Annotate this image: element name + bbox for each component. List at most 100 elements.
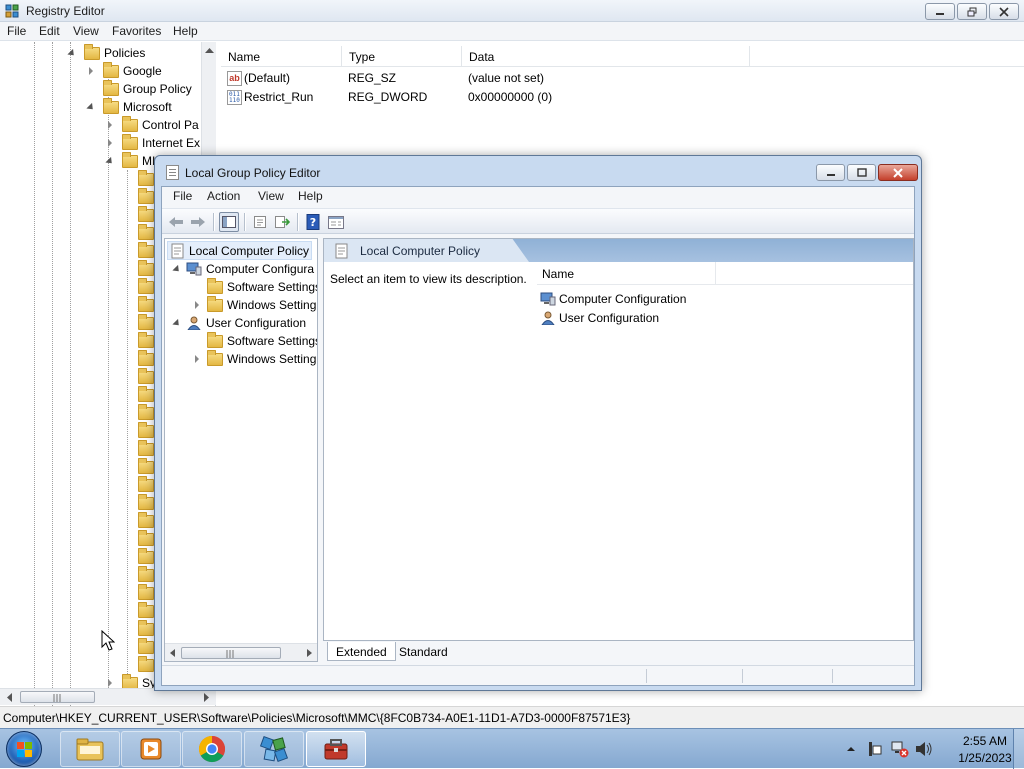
collapse-arrow-icon[interactable]: [104, 156, 116, 166]
tree-node-subkey[interactable]: [130, 565, 154, 584]
back-button[interactable]: [166, 212, 186, 232]
maximize-button[interactable]: [847, 164, 876, 181]
column-data[interactable]: Data: [462, 46, 750, 67]
scrollbar-thumb[interactable]: [181, 647, 281, 659]
menu-file[interactable]: File: [173, 189, 192, 203]
scroll-up-icon[interactable]: [202, 44, 217, 58]
menu-view[interactable]: View: [73, 24, 99, 38]
column-type[interactable]: Type: [342, 46, 462, 67]
taskbar-group-policy-editor[interactable]: [306, 731, 366, 767]
tree-node-uc-windows-settings[interactable]: Windows Setting: [191, 349, 316, 368]
close-button[interactable]: [878, 164, 918, 181]
policy-tree-pane[interactable]: Local Computer Policy Computer Configura…: [164, 238, 318, 662]
regedit-titlebar[interactable]: Registry Editor: [0, 0, 1024, 22]
scrollbar-thumb[interactable]: [20, 691, 95, 703]
tab-standard[interactable]: Standard: [391, 642, 456, 661]
tree-node-control-panel[interactable]: Control Pa: [104, 115, 199, 134]
menu-action[interactable]: Action: [207, 189, 240, 203]
collapse-arrow-icon[interactable]: [171, 318, 183, 328]
tree-node-subkey[interactable]: [130, 529, 154, 548]
tree-node-subkey[interactable]: [130, 457, 154, 476]
tree-node-subkey[interactable]: [130, 475, 154, 494]
policy-details-pane[interactable]: Local Computer Policy Select an item to …: [323, 238, 914, 641]
tree-node-computer-configuration[interactable]: Computer Configura: [171, 260, 314, 278]
taskbar-chrome[interactable]: [182, 731, 242, 767]
expand-arrow-icon[interactable]: [85, 67, 97, 75]
tree-node-local-computer-policy[interactable]: Local Computer Policy: [167, 241, 313, 260]
gpedit-titlebar[interactable]: Local Group Policy Editor: [155, 156, 921, 186]
tree-node-cc-software-settings[interactable]: Software Settings: [191, 277, 317, 296]
menu-file[interactable]: File: [7, 24, 26, 38]
taskbar-registry-editor[interactable]: [244, 731, 304, 767]
show-hidden-icons-icon[interactable]: [846, 744, 856, 754]
show-hide-tree-button[interactable]: [219, 212, 239, 232]
menu-view[interactable]: View: [258, 189, 284, 203]
minimize-button[interactable]: [816, 164, 845, 181]
list-item-user-configuration[interactable]: User Configuration: [540, 308, 659, 327]
console-view-button[interactable]: [326, 212, 346, 232]
value-row[interactable]: 011 110 Restrict_Run REG_DWORD 0x00000000…: [221, 87, 821, 106]
show-desktop-button[interactable]: [1013, 729, 1024, 769]
help-button[interactable]: ?: [303, 212, 323, 232]
expand-arrow-icon[interactable]: [104, 121, 116, 129]
tree-node-group-policy[interactable]: Group Policy: [85, 79, 192, 98]
tree-node-policies[interactable]: Policies: [66, 43, 145, 62]
tree-node-subkey[interactable]: [130, 241, 154, 260]
tab-extended[interactable]: Extended: [327, 642, 396, 661]
close-button[interactable]: [989, 3, 1019, 20]
menu-help[interactable]: Help: [173, 24, 198, 38]
properties-button[interactable]: [250, 212, 270, 232]
volume-icon[interactable]: [915, 741, 933, 757]
tree-node-subkey[interactable]: [130, 277, 154, 296]
clock-date[interactable]: 1/25/2023: [950, 751, 1020, 765]
collapse-arrow-icon[interactable]: [85, 102, 97, 112]
tree-node-subkey[interactable]: [130, 439, 154, 458]
tree-node-subkey[interactable]: [130, 205, 154, 224]
tree-node-subkey[interactable]: [130, 331, 154, 350]
tree-node-subkey[interactable]: [130, 637, 154, 656]
expand-arrow-icon[interactable]: [104, 679, 116, 687]
scroll-right-icon[interactable]: [303, 645, 315, 661]
scroll-left-icon[interactable]: [4, 690, 16, 705]
expand-arrow-icon[interactable]: [191, 355, 203, 363]
tree-node-subkey[interactable]: [130, 223, 154, 242]
start-button[interactable]: [6, 731, 42, 767]
network-disconnected-icon[interactable]: [891, 740, 909, 758]
menu-help[interactable]: Help: [298, 189, 323, 203]
tree-node-mmc[interactable]: MI: [104, 151, 155, 170]
tree-node-uc-software-settings[interactable]: Software Settings: [191, 331, 317, 350]
tree-node-subkey[interactable]: [130, 313, 154, 332]
tree-node-subkey[interactable]: [130, 259, 154, 278]
tree-node-subkey[interactable]: [130, 511, 154, 530]
tree-node-subkey[interactable]: [130, 367, 154, 386]
tree-node-subkey[interactable]: [130, 619, 154, 638]
tree-node-subkey[interactable]: [130, 493, 154, 512]
export-list-button[interactable]: [272, 212, 292, 232]
scroll-right-icon[interactable]: [200, 690, 212, 705]
tree-horizontal-scrollbar[interactable]: [165, 643, 317, 661]
tree-node-subkey[interactable]: [130, 295, 154, 314]
tree-node-subkey[interactable]: [130, 655, 154, 674]
column-name[interactable]: Name: [542, 267, 574, 281]
tree-node-subkey[interactable]: [130, 385, 154, 404]
tree-node-subkey[interactable]: [130, 403, 154, 422]
tree-node-internet-explorer[interactable]: Internet Ex: [104, 133, 200, 152]
collapse-arrow-icon[interactable]: [66, 48, 78, 58]
expand-arrow-icon[interactable]: [191, 301, 203, 309]
tree-node-subkey[interactable]: [130, 421, 154, 440]
value-row[interactable]: ab (Default) REG_SZ (value not set): [221, 68, 821, 87]
menu-edit[interactable]: Edit: [39, 24, 60, 38]
tree-node-cc-windows-settings[interactable]: Windows Setting: [191, 295, 316, 314]
forward-button[interactable]: [188, 212, 208, 232]
expand-arrow-icon[interactable]: [104, 139, 116, 147]
tree-node-subkey[interactable]: [130, 169, 154, 188]
tree-node-google[interactable]: Google: [85, 61, 162, 80]
taskbar-explorer[interactable]: [60, 731, 120, 767]
collapse-arrow-icon[interactable]: [171, 264, 183, 274]
tree-node-subkey[interactable]: [130, 583, 154, 602]
column-name[interactable]: Name: [221, 46, 342, 67]
menu-favorites[interactable]: Favorites: [112, 24, 161, 38]
tree-node-subkey[interactable]: [130, 187, 154, 206]
clock-time[interactable]: 2:55 AM: [950, 734, 1020, 748]
tree-node-subkey[interactable]: [130, 349, 154, 368]
